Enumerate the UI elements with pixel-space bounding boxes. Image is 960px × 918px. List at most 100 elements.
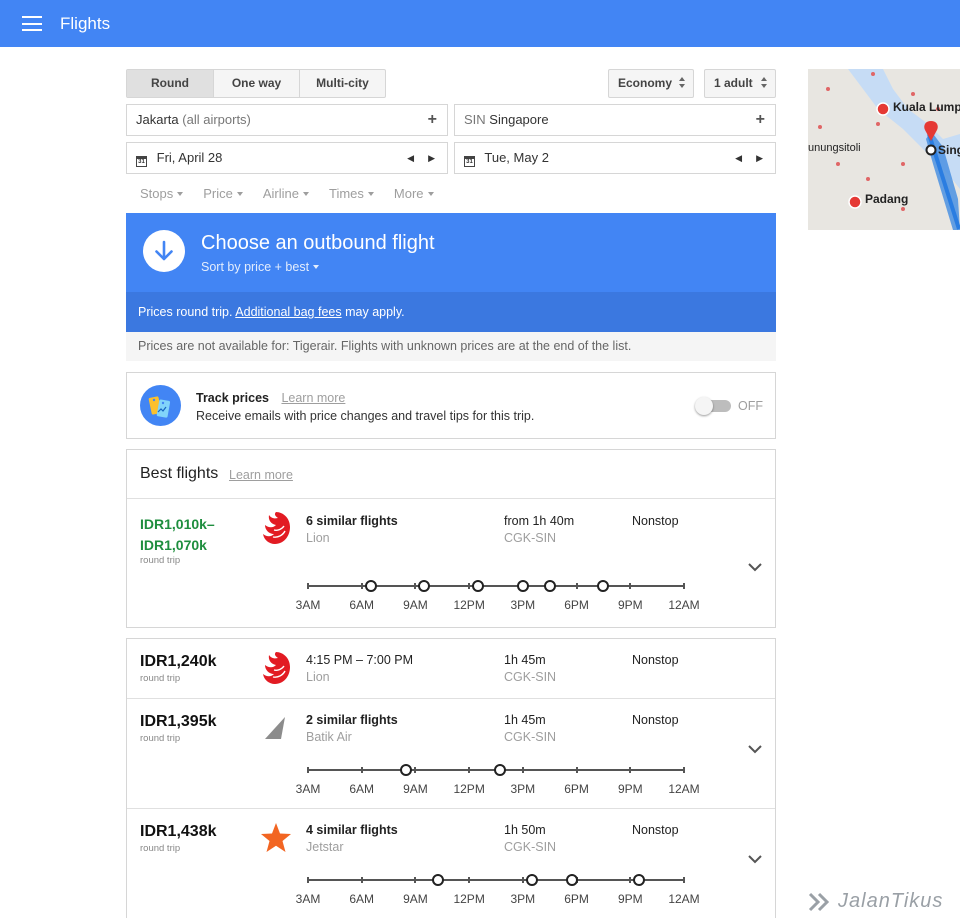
flight-stops: Nonstop	[632, 713, 679, 727]
bag-fees-link[interactable]: Additional bag fees	[235, 305, 341, 319]
timeline-tick	[683, 877, 685, 883]
round-trip-note: round trip	[140, 733, 181, 744]
flight-price: IDR1,438k	[140, 823, 217, 840]
add-destination-plus-icon[interactable]: +	[756, 105, 765, 135]
flight-route: CGK-SIN	[504, 840, 557, 854]
timeline-label: 12PM	[453, 782, 485, 796]
destination-field[interactable]: SIN Singapore +	[454, 104, 776, 136]
chevron-down-icon[interactable]	[747, 854, 763, 864]
origin-detail: (all airports)	[182, 112, 251, 127]
departure-time-marker[interactable]	[494, 764, 507, 776]
departure-time-marker[interactable]	[400, 764, 413, 776]
toggle-state-label: OFF	[738, 399, 763, 413]
departure-time-marker[interactable]	[566, 874, 579, 886]
tab-multi-city[interactable]: Multi-city	[300, 70, 385, 97]
timeline-label: 6AM	[349, 598, 375, 612]
departure-time-marker[interactable]	[418, 580, 431, 592]
timeline-label: 12AM	[668, 892, 700, 906]
filter-more[interactable]: More	[394, 186, 434, 201]
previous-day-arrow-icon[interactable]: ◀	[735, 143, 742, 173]
tab-round-trip[interactable]: Round trip	[127, 70, 214, 117]
flight-title: 6 similar flights	[306, 514, 398, 528]
origin-field[interactable]: Jakarta (all airports) +	[126, 104, 448, 136]
tab-one-way[interactable]: One way	[214, 70, 300, 97]
departure-timeline: 3AM 6AM 9AM 12PM 3PM 6PM 9PM 12AM	[296, 872, 700, 908]
departure-time-marker[interactable]	[597, 580, 610, 592]
previous-day-arrow-icon[interactable]: ◀	[407, 143, 414, 173]
departure-time-marker[interactable]	[543, 580, 556, 592]
filter-airline[interactable]: Airline	[263, 186, 309, 201]
airline-name: Lion	[306, 531, 330, 545]
next-day-arrow-icon[interactable]: ▶	[428, 143, 435, 173]
return-date: Tue, May 2	[484, 150, 549, 165]
timeline-label: 3AM	[295, 782, 321, 796]
departure-timeline: 3AM 6AM 9AM 12PM 3PM 6PM 9PM 12AM	[296, 578, 700, 614]
round-trip-note: round trip	[140, 843, 181, 854]
airline-name: Lion	[306, 670, 330, 684]
flight-row[interactable]: IDR1,395k round trip 2 similar flights B…	[127, 698, 775, 808]
best-flights-header: Best flights Learn more	[127, 450, 775, 499]
sort-dropdown[interactable]: Sort by price + best	[201, 260, 319, 274]
depart-date: Fri, April 28	[156, 150, 223, 165]
track-prices-description: Receive emails with price changes and tr…	[196, 409, 535, 423]
trip-type-tabs: Round trip One way Multi-city	[126, 69, 386, 117]
cabin-class-value: Economy	[618, 76, 673, 90]
other-flights-card: IDR1,240k round trip 4:15 PM – 7:00 PM L…	[126, 638, 776, 918]
add-origin-plus-icon[interactable]: +	[428, 105, 437, 135]
price-tag-icon	[140, 385, 181, 426]
departure-time-marker[interactable]	[364, 580, 377, 592]
track-learn-more-link[interactable]: Learn more	[281, 391, 345, 405]
departure-time-marker[interactable]	[633, 874, 646, 886]
flight-price: IDR1,395k	[140, 713, 217, 730]
timeline-label: 6PM	[564, 782, 589, 796]
departure-timeline: 3AM 6AM 9AM 12PM 3PM 6PM 9PM 12AM	[296, 762, 700, 798]
filter-times[interactable]: Times	[329, 186, 374, 201]
lion-air-logo-icon	[263, 652, 290, 684]
round-trip-note: round trip	[140, 555, 181, 566]
timeline-label: 9PM	[617, 892, 643, 906]
next-day-arrow-icon[interactable]: ▶	[756, 143, 763, 173]
cabin-class-select[interactable]: Economy	[608, 69, 694, 98]
flight-stops: Nonstop	[632, 514, 679, 528]
prices-note: Prices round trip. Additional bag fees m…	[126, 292, 776, 332]
departure-time-marker[interactable]	[516, 580, 529, 592]
flight-times: 4:15 PM – 7:00 PM	[306, 653, 414, 667]
flight-row[interactable]: IDR1,240k round trip 4:15 PM – 7:00 PM L…	[127, 639, 775, 698]
timeline-label: 6AM	[349, 782, 375, 796]
timeline-tick	[307, 767, 309, 773]
timeline-label: 9AM	[403, 598, 428, 612]
timeline-tick	[575, 583, 578, 589]
depart-date-field[interactable]: 31 Fri, April 28 ◀ ▶	[126, 142, 448, 174]
chevron-down-icon[interactable]	[747, 744, 763, 754]
calendar-icon: 31	[136, 156, 147, 167]
up-down-arrows-icon	[679, 77, 686, 88]
filter-stops[interactable]: Stops	[140, 186, 183, 201]
timeline-label: 12AM	[668, 598, 700, 612]
timeline-tick	[307, 877, 309, 883]
airline-name: Jetstar	[306, 840, 344, 854]
unavailable-prices-notice: Prices are not available for: Tigerair. …	[126, 332, 776, 361]
flight-duration: 1h 50m	[504, 823, 546, 837]
best-flights-card: Best flights Learn more IDR1,010k– IDR1,…	[126, 449, 776, 628]
track-prices-toggle[interactable]	[695, 396, 733, 416]
flight-route: CGK-SIN	[504, 730, 557, 744]
jetstar-logo-icon	[261, 823, 291, 852]
timeline-tick	[629, 877, 632, 883]
chevron-down-icon[interactable]	[747, 562, 763, 572]
return-date-field[interactable]: 31 Tue, May 2 ◀ ▶	[454, 142, 776, 174]
best-flights-learn-more-link[interactable]: Learn more	[229, 468, 293, 482]
track-prices-title: Track prices	[196, 391, 269, 405]
flight-row[interactable]: IDR1,438k round trip 4 similar flights J…	[127, 808, 775, 918]
flight-row[interactable]: IDR1,010k– IDR1,070k round trip 6 simila…	[127, 500, 775, 627]
timeline-label: 12AM	[668, 782, 700, 796]
departure-time-marker[interactable]	[525, 874, 538, 886]
up-down-arrows-icon	[761, 77, 768, 88]
timeline-label: 6PM	[564, 892, 589, 906]
passengers-select[interactable]: 1 adult	[704, 69, 776, 98]
departure-time-marker[interactable]	[472, 580, 485, 592]
hamburger-menu-icon[interactable]	[22, 16, 42, 31]
route-map[interactable]: Kuala Lump Sing unungsitoli Padang	[808, 69, 960, 230]
timeline-label: 3PM	[510, 892, 536, 906]
filter-price[interactable]: Price	[203, 186, 243, 201]
departure-time-marker[interactable]	[431, 874, 444, 886]
